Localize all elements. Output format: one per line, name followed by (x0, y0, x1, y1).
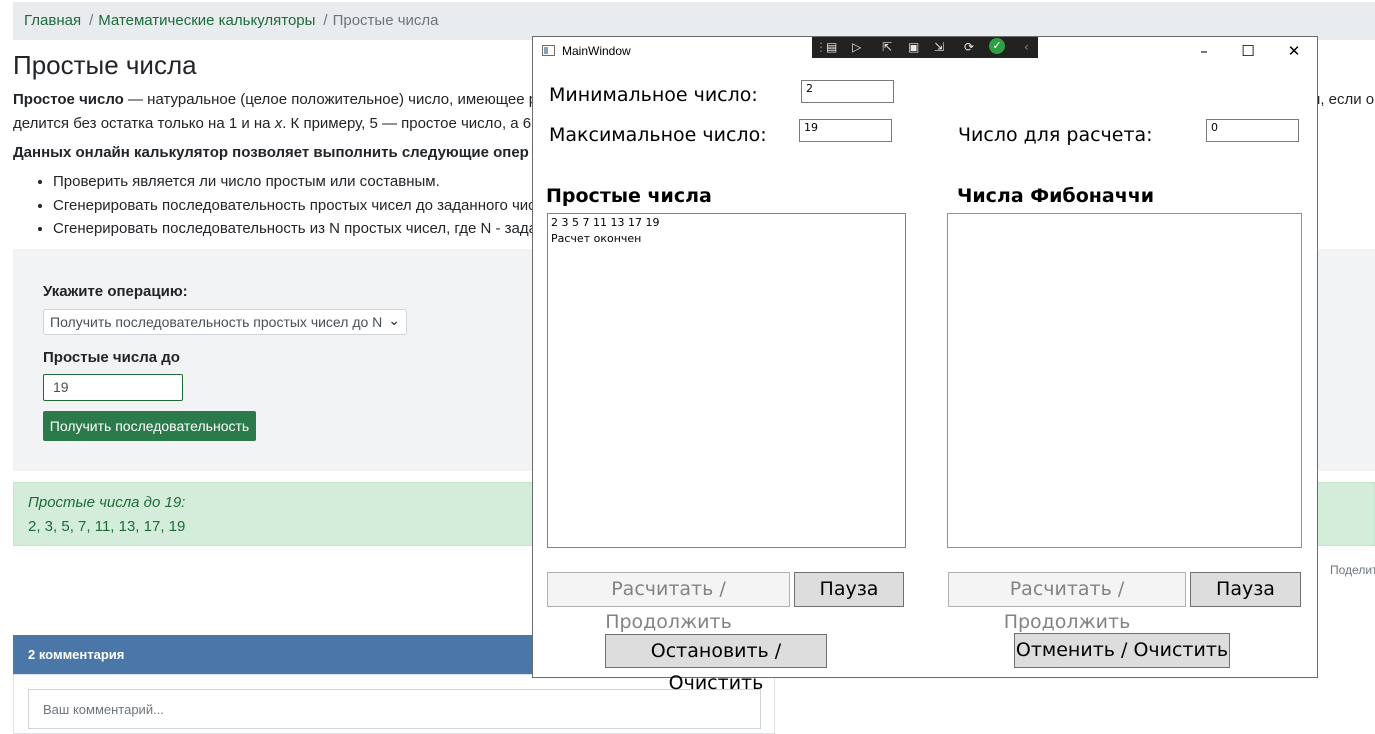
min-number-label: Минимальное число: (549, 84, 758, 106)
operation-label: Укажите операцию: (43, 283, 188, 300)
fibonacci-calc-continue-button[interactable]: Расчитать / Продолжить (948, 572, 1186, 633)
result-title: Простые числа до 19: (28, 494, 186, 511)
chevron-down-icon: ⌄ (388, 312, 400, 328)
breadcrumb-separator: / (323, 12, 328, 29)
breadcrumb-current: Простые числа (332, 12, 439, 29)
calc-number-input[interactable]: 0 (1206, 119, 1299, 142)
n-label: Простые числа до (43, 349, 180, 366)
live-tree-icon[interactable]: ▤ (826, 39, 837, 55)
page-title: Простые числа (13, 50, 197, 80)
debug-toolbar: ⋮ ▤ ▷ ⇱ ▣ ⇲ ⟳ ✓ ‹ (812, 37, 1038, 58)
breadcrumb-section-link[interactable]: Математические калькуляторы (98, 12, 315, 29)
window-app-icon (542, 45, 555, 56)
intro-text-2: делится без остатка только на 1 и на (13, 115, 275, 132)
video-camera-icon[interactable]: ▷ (852, 39, 861, 55)
breadcrumb-home-link[interactable]: Главная (24, 12, 81, 29)
chevron-left-icon[interactable]: ‹ (1024, 39, 1029, 55)
result-values: 2, 3, 5, 7, 11, 13, 17, 19 (28, 518, 186, 535)
select-element-icon[interactable]: ⇱ (882, 39, 892, 55)
track-focus-icon[interactable]: ⇲ (934, 39, 944, 55)
primes-calc-continue-button[interactable]: Расчитать / Продолжить (547, 572, 790, 633)
fibonacci-section-title: Числа Фибоначчи (957, 185, 1155, 207)
max-number-input[interactable]: 19 (799, 119, 892, 142)
stop-clear-button[interactable]: Остановить / Очистить (605, 634, 827, 694)
check-icon[interactable]: ✓ (989, 38, 1005, 54)
hot-reload-icon[interactable]: ⟳ (964, 39, 974, 55)
fibonacci-pause-button[interactable]: Пауза (1190, 572, 1301, 607)
features-list: Проверить является ли число простым или … (13, 170, 544, 241)
fibonacci-output[interactable] (947, 213, 1302, 548)
primes-output[interactable]: 2 3 5 7 11 13 17 19 Расчет окончен (547, 213, 906, 548)
list-item: Сгенерировать последовательность из N пр… (53, 217, 544, 241)
intro-text-3: . К примеру, 5 — простое число, а 6 я (282, 115, 544, 132)
breadcrumb-separator: / (89, 12, 94, 29)
operation-select[interactable]: Получить последовательность простых чисе… (43, 309, 407, 335)
primes-output-status: Расчет окончен (551, 232, 642, 245)
operation-select-value: Получить последовательность простых чисе… (50, 314, 383, 330)
main-window: MainWindow ⋮ ▤ ▷ ⇱ ▣ ⇲ ⟳ ✓ ‹ – ☐ ✕ Миним… (532, 36, 1318, 694)
window-title: MainWindow (562, 44, 631, 58)
maximize-button[interactable]: ☐ (1225, 41, 1271, 63)
primes-pause-button[interactable]: Пауза (794, 572, 904, 607)
get-sequence-button[interactable]: Получить последовательность (43, 411, 256, 441)
minimize-button[interactable]: – (1181, 41, 1227, 63)
primes-output-line: 2 3 5 7 11 13 17 19 (551, 216, 660, 229)
share-label[interactable]: Поделит (1330, 563, 1375, 577)
intro-text: — натуральное (целое положительное) числ… (123, 91, 538, 108)
breadcrumb: Главная / Математические калькуляторы / Прос… (13, 2, 1375, 40)
min-number-input[interactable]: 2 (801, 80, 894, 103)
max-number-label: Максимальное число: (549, 124, 767, 146)
comment-input[interactable]: Ваш комментарий... (28, 689, 761, 729)
list-item: Проверить является ли число простым или … (53, 170, 544, 194)
features-title: Данных онлайн калькулятор позволяет выпо… (13, 144, 529, 161)
primes-section-title: Простые числа (546, 185, 712, 207)
intro-term: Простое число (13, 91, 124, 108)
layout-adorner-icon[interactable]: ▣ (908, 39, 919, 55)
cancel-clear-button[interactable]: Отменить / Очистить (1014, 633, 1230, 668)
n-input[interactable]: 19 (43, 374, 183, 401)
list-item: Сгенерировать последовательность простых… (53, 194, 544, 218)
intro-text-tail: м, если о (1310, 91, 1375, 108)
close-button[interactable]: ✕ (1271, 41, 1317, 63)
calc-number-label: Число для расчета: (958, 124, 1153, 146)
